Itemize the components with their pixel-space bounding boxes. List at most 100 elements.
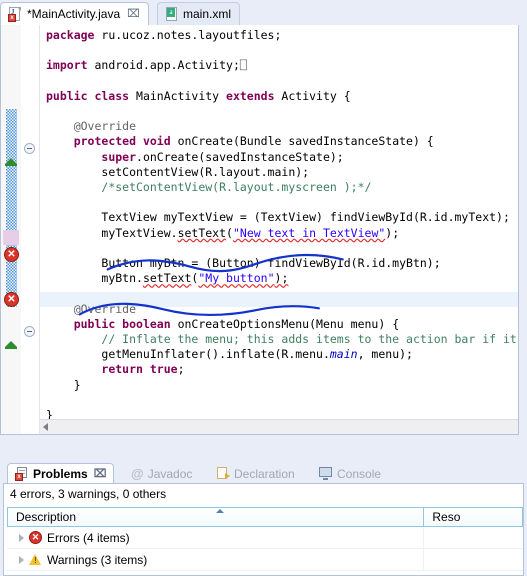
green-triangle-icon bbox=[5, 158, 17, 166]
code-token: ru.ucoz.notes.layoutfiles; bbox=[101, 28, 282, 42]
code-editor[interactable]: ✕ ✕ package ru.ucoz.notes.layoutfiles; im… bbox=[0, 25, 519, 435]
code-line: myBtn.setText("My button"); bbox=[46, 271, 517, 286]
code-token: public boolean bbox=[73, 316, 178, 331]
code-line: setContentView(R.layout.main); bbox=[46, 165, 517, 180]
green-triangle-icon bbox=[5, 341, 17, 349]
chevron-right-icon[interactable] bbox=[19, 533, 24, 542]
editor-folding-ruler[interactable] bbox=[21, 25, 40, 434]
problems-icon: x bbox=[15, 467, 29, 481]
code-token: @Override bbox=[73, 119, 137, 134]
code-token: .onCreate(savedInstanceState); bbox=[136, 149, 344, 164]
code-line: protected void onCreate(Bundle savedInst… bbox=[46, 134, 517, 149]
code-line: } bbox=[46, 378, 517, 393]
table-row[interactable]: ✕ Errors (4 items) bbox=[7, 527, 523, 549]
code-token: ); bbox=[385, 225, 400, 240]
code-token: android.app.Activity; bbox=[94, 58, 240, 73]
code-token: // Inflate the menu; this adds items to … bbox=[101, 332, 517, 347]
console-icon bbox=[319, 467, 333, 480]
close-icon[interactable]: ⌧ bbox=[94, 468, 107, 480]
code-token: package bbox=[46, 28, 102, 42]
code-token: super bbox=[101, 149, 137, 164]
editor-tab-label: *MainActivity.java bbox=[27, 7, 121, 21]
code-line: @Override bbox=[46, 302, 517, 317]
editor-horizontal-scrollbar[interactable] bbox=[40, 419, 518, 434]
code-line: import android.app.Activity;⎕ bbox=[46, 58, 517, 73]
editor-tab-mainactivity-java[interactable]: Jx *MainActivity.java ⌧ bbox=[0, 2, 149, 25]
code-token: setText bbox=[177, 225, 227, 240]
problems-row-resource bbox=[423, 527, 523, 548]
warning-icon bbox=[29, 553, 42, 566]
column-header-resource[interactable]: Reso bbox=[423, 507, 523, 527]
chevron-right-icon[interactable] bbox=[19, 555, 24, 564]
editor-marker-ruler[interactable]: ✕ ✕ bbox=[1, 25, 22, 434]
code-token: /*setContentView(R.layout.myscreen );*/ bbox=[101, 180, 372, 195]
editor-tab-main-xml[interactable]: a main.xml bbox=[157, 2, 241, 25]
code-token: return true bbox=[101, 362, 178, 377]
eclipse-ide-window: Jx *MainActivity.java ⌧ a main.xml ✕ ✕ pa… bbox=[0, 0, 527, 576]
code-line: getMenuInflater().inflate(R.menu.main, m… bbox=[46, 347, 517, 362]
fold-collapse-icon[interactable] bbox=[24, 143, 35, 154]
problems-table-header: Description Reso bbox=[7, 507, 523, 527]
code-token: , menu); bbox=[357, 347, 413, 362]
code-token: "My button" bbox=[198, 271, 275, 286]
code-line: @Override bbox=[46, 119, 517, 134]
editor-tab-bar: Jx *MainActivity.java ⌧ a main.xml bbox=[0, 0, 527, 25]
view-tab-declaration[interactable]: Declaration bbox=[209, 463, 302, 484]
problems-summary: 4 errors, 3 warnings, 0 others bbox=[10, 487, 167, 501]
editor-tab-label: main.xml bbox=[183, 7, 232, 21]
editor-area: Jx *MainActivity.java ⌧ a main.xml ✕ ✕ pa… bbox=[0, 0, 527, 460]
code-token: ); bbox=[274, 271, 289, 286]
view-tab-label: Declaration bbox=[234, 466, 295, 481]
problems-table[interactable]: Description Reso ✕ Errors (4 items) ! Wa… bbox=[7, 507, 523, 575]
declaration-icon bbox=[216, 467, 230, 480]
fold-collapse-icon[interactable] bbox=[24, 326, 35, 337]
column-header-label: Description bbox=[16, 510, 77, 524]
code-line: myTextView.setText("New text in TextView… bbox=[46, 226, 517, 241]
problems-body: 4 errors, 3 warnings, 0 others Descripti… bbox=[3, 483, 524, 576]
code-token: ⎕ bbox=[239, 58, 247, 73]
code-token: ; bbox=[177, 362, 185, 377]
code-line: super.onCreate(savedInstanceState); bbox=[46, 150, 517, 165]
table-row[interactable]: Warnings (3 items) bbox=[7, 549, 523, 571]
view-tab-javadoc[interactable]: @ Javadoc bbox=[124, 463, 199, 484]
code-token: "New text in TextView" bbox=[232, 225, 386, 240]
view-tab-console[interactable]: Console bbox=[312, 463, 388, 484]
code-token: Button myBtn = (Button) findViewById(R.i… bbox=[101, 256, 441, 271]
javadoc-at-icon: @ bbox=[131, 466, 144, 481]
code-token: import bbox=[46, 58, 95, 73]
code-line: TextView myTextView = (TextView) findVie… bbox=[46, 210, 517, 225]
view-tab-label: Javadoc bbox=[147, 466, 193, 481]
scroll-left-icon[interactable] bbox=[43, 423, 48, 431]
view-tab-label: Problems bbox=[33, 467, 88, 481]
close-icon[interactable]: ⌧ bbox=[127, 8, 140, 20]
code-token: ( bbox=[226, 225, 233, 240]
sort-ascending-icon bbox=[215, 509, 224, 513]
code-token: Activity { bbox=[281, 88, 351, 103]
code-token: onCreateOptionsMenu(Menu menu) { bbox=[177, 316, 400, 331]
code-surface[interactable]: package ru.ucoz.notes.layoutfiles; impor… bbox=[40, 25, 518, 434]
code-line: package ru.ucoz.notes.layoutfiles; bbox=[46, 28, 517, 43]
code-token: extends bbox=[226, 88, 282, 103]
problems-view: x Problems ⌧ @ Javadoc Declaration Conso… bbox=[3, 462, 527, 576]
code-line: Button myBtn = (Button) findViewById(R.i… bbox=[46, 256, 517, 271]
pink-marker bbox=[3, 230, 19, 245]
code-token: TextView myTextView = (TextView) findVie… bbox=[101, 210, 510, 225]
source-code[interactable]: package ru.ucoz.notes.layoutfiles; impor… bbox=[46, 28, 517, 423]
column-header-description[interactable]: Description bbox=[7, 507, 424, 527]
code-line: // Inflate the menu; this adds items to … bbox=[46, 332, 517, 347]
code-token: setText bbox=[142, 271, 192, 286]
view-tab-problems[interactable]: x Problems ⌧ bbox=[7, 463, 115, 484]
code-token: public class bbox=[46, 88, 137, 103]
code-token: getMenuInflater().inflate(R.menu. bbox=[101, 347, 330, 362]
error-marker-icon[interactable]: ✕ bbox=[4, 247, 19, 262]
problems-row-label: Errors (4 items) bbox=[47, 530, 130, 545]
code-line: /*setContentView(R.layout.myscreen );*/ bbox=[46, 180, 517, 195]
error-marker-icon[interactable]: ✕ bbox=[4, 292, 19, 307]
